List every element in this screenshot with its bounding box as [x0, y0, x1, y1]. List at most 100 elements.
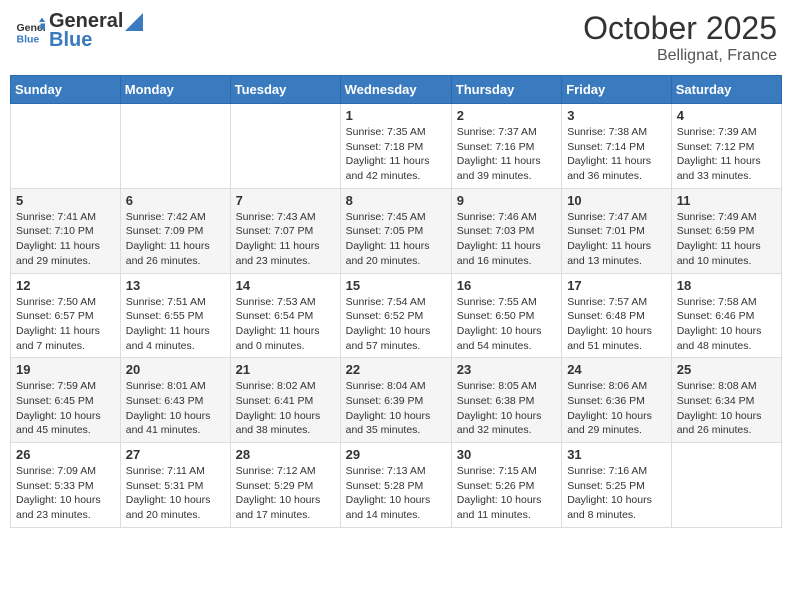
calendar-day-cell: 13Sunrise: 7:51 AMSunset: 6:55 PMDayligh… [120, 273, 230, 358]
calendar-week-row: 12 Sunrise: 7:50 AMSunset: 6:57 PMDayligh… [11, 273, 782, 358]
day-number: 17 [567, 278, 666, 293]
day-info: Sunrise: 7:55 AMSunset: 6:50 PMDaylight:… [457, 295, 556, 354]
calendar-day-cell: 25 Sunrise: 8:08 AMSunset: 6:34 PMDayligh… [671, 358, 781, 443]
day-info: Sunrise: 7:16 AMSunset: 5:25 PMDaylight:… [567, 464, 666, 523]
daylight-hours-label: Daylight: 10 hours and 57 minutes. [346, 325, 431, 352]
daylight-hours-label: Daylight: 11 hours and 20 minutes. [346, 240, 430, 267]
day-info: Sunrise: 7:49 AMSunset: 6:59 PMDaylight:… [677, 210, 776, 269]
logo-icon: General Blue [15, 16, 45, 46]
day-info: Sunrise: 7:53 AMSunset: 6:54 PMDaylight:… [236, 295, 335, 354]
daylight-hours-label: Daylight: 10 hours and 38 minutes. [236, 410, 321, 437]
daylight-hours-label: Daylight: 10 hours and 54 minutes. [457, 325, 542, 352]
calendar-day-cell: 17 Sunrise: 7:57 AMSunset: 6:48 PMDayligh… [562, 273, 672, 358]
calendar-day-cell: 26Sunrise: 7:09 AMSunset: 5:33 PMDayligh… [11, 443, 121, 528]
calendar-day-cell: 27Sunrise: 7:11 AMSunset: 5:31 PMDayligh… [120, 443, 230, 528]
day-number: 20 [126, 362, 225, 377]
calendar-day-cell: 20Sunrise: 8:01 AMSunset: 6:43 PMDayligh… [120, 358, 230, 443]
daylight-hours-label: Daylight: 10 hours and 11 minutes. [457, 494, 542, 521]
daylight-hours-label: Daylight: 10 hours and 32 minutes. [457, 410, 542, 437]
calendar-day-cell: 8Sunrise: 7:45 AMSunset: 7:05 PMDaylight… [340, 188, 451, 273]
day-info: Sunrise: 7:42 AMSunset: 7:09 PMDaylight:… [126, 210, 225, 269]
daylight-hours-label: Daylight: 11 hours and 4 minutes. [126, 325, 210, 352]
calendar-day-cell: 31 Sunrise: 7:16 AMSunset: 5:25 PMDayligh… [562, 443, 672, 528]
day-info: Sunrise: 7:57 AMSunset: 6:48 PMDaylight:… [567, 295, 666, 354]
day-info: Sunrise: 7:37 AMSunset: 7:16 PMDaylight:… [457, 125, 556, 184]
calendar-day-cell: 1 Sunrise: 7:35 AMSunset: 7:18 PMDaylight… [340, 104, 451, 189]
day-number: 10 [567, 193, 666, 208]
daylight-hours-label: Daylight: 10 hours and 48 minutes. [677, 325, 762, 352]
calendar-day-cell: 16 Sunrise: 7:55 AMSunset: 6:50 PMDayligh… [451, 273, 561, 358]
calendar-header-row: SundayMondayTuesdayWednesdayThursdayFrid… [11, 76, 782, 104]
day-number: 5 [16, 193, 115, 208]
day-info: Sunrise: 7:13 AMSunset: 5:28 PMDaylight:… [346, 464, 446, 523]
daylight-hours-label: Daylight: 11 hours and 16 minutes. [457, 240, 541, 267]
calendar-day-cell: 10 Sunrise: 7:47 AMSunset: 7:01 PMDayligh… [562, 188, 672, 273]
day-number: 30 [457, 447, 556, 462]
day-info: Sunrise: 7:46 AMSunset: 7:03 PMDaylight:… [457, 210, 556, 269]
day-info: Sunrise: 7:59 AMSunset: 6:45 PMDaylight:… [16, 379, 115, 438]
calendar-day-cell: 12 Sunrise: 7:50 AMSunset: 6:57 PMDayligh… [11, 273, 121, 358]
day-number: 25 [677, 362, 776, 377]
day-header-saturday: Saturday [671, 76, 781, 104]
daylight-hours-label: Daylight: 11 hours and 36 minutes. [567, 155, 651, 182]
day-number: 22 [346, 362, 446, 377]
day-info: Sunrise: 8:04 AMSunset: 6:39 PMDaylight:… [346, 379, 446, 438]
day-number: 1 [346, 108, 446, 123]
daylight-hours-label: Daylight: 11 hours and 13 minutes. [567, 240, 651, 267]
calendar-day-cell: 24 Sunrise: 8:06 AMSunset: 6:36 PMDayligh… [562, 358, 672, 443]
day-info: Sunrise: 7:35 AMSunset: 7:18 PMDaylight:… [346, 125, 446, 184]
calendar-table: SundayMondayTuesdayWednesdayThursdayFrid… [10, 75, 782, 528]
day-number: 12 [16, 278, 115, 293]
day-number: 16 [457, 278, 556, 293]
logo-triangle-icon [125, 13, 143, 31]
day-number: 24 [567, 362, 666, 377]
calendar-day-cell: 4Sunrise: 7:39 AMSunset: 7:12 PMDaylight… [671, 104, 781, 189]
day-info: Sunrise: 7:51 AMSunset: 6:55 PMDaylight:… [126, 295, 225, 354]
day-number: 7 [236, 193, 335, 208]
day-number: 2 [457, 108, 556, 123]
day-info: Sunrise: 8:08 AMSunset: 6:34 PMDaylight:… [677, 379, 776, 438]
daylight-hours-label: Daylight: 11 hours and 7 minutes. [16, 325, 100, 352]
day-info: Sunrise: 7:43 AMSunset: 7:07 PMDaylight:… [236, 210, 335, 269]
day-header-tuesday: Tuesday [230, 76, 340, 104]
day-number: 31 [567, 447, 666, 462]
daylight-hours-label: Daylight: 10 hours and 26 minutes. [677, 410, 762, 437]
day-info: Sunrise: 8:05 AMSunset: 6:38 PMDaylight:… [457, 379, 556, 438]
calendar-day-cell: 9Sunrise: 7:46 AMSunset: 7:03 PMDaylight… [451, 188, 561, 273]
calendar-day-cell: 21Sunrise: 8:02 AMSunset: 6:41 PMDayligh… [230, 358, 340, 443]
calendar-day-cell: 11Sunrise: 7:49 AMSunset: 6:59 PMDayligh… [671, 188, 781, 273]
day-info: Sunrise: 7:15 AMSunset: 5:26 PMDaylight:… [457, 464, 556, 523]
calendar-day-cell: 14 Sunrise: 7:53 AMSunset: 6:54 PMDayligh… [230, 273, 340, 358]
day-header-monday: Monday [120, 76, 230, 104]
daylight-hours-label: Daylight: 11 hours and 29 minutes. [16, 240, 100, 267]
day-number: 23 [457, 362, 556, 377]
calendar-day-cell: 28Sunrise: 7:12 AMSunset: 5:29 PMDayligh… [230, 443, 340, 528]
daylight-hours-label: Daylight: 10 hours and 51 minutes. [567, 325, 652, 352]
day-header-thursday: Thursday [451, 76, 561, 104]
day-number: 15 [346, 278, 446, 293]
day-info: Sunrise: 8:06 AMSunset: 6:36 PMDaylight:… [567, 379, 666, 438]
location-title: Bellignat, France [583, 47, 777, 65]
day-number: 19 [16, 362, 115, 377]
day-info: Sunrise: 7:50 AMSunset: 6:57 PMDaylight:… [16, 295, 115, 354]
daylight-hours-label: Daylight: 10 hours and 23 minutes. [16, 494, 101, 521]
svg-text:Blue: Blue [17, 33, 40, 45]
daylight-hours-label: Daylight: 11 hours and 42 minutes. [346, 155, 430, 182]
day-number: 4 [677, 108, 776, 123]
calendar-day-cell: 3Sunrise: 7:38 AMSunset: 7:14 PMDaylight… [562, 104, 672, 189]
day-number: 14 [236, 278, 335, 293]
calendar-empty-cell [671, 443, 781, 528]
day-info: Sunrise: 7:41 AMSunset: 7:10 PMDaylight:… [16, 210, 115, 269]
calendar-week-row: 26Sunrise: 7:09 AMSunset: 5:33 PMDayligh… [11, 443, 782, 528]
daylight-hours-label: Daylight: 10 hours and 45 minutes. [16, 410, 101, 437]
daylight-hours-label: Daylight: 11 hours and 10 minutes. [677, 240, 761, 267]
day-header-friday: Friday [562, 76, 672, 104]
day-number: 26 [16, 447, 115, 462]
day-info: Sunrise: 7:47 AMSunset: 7:01 PMDaylight:… [567, 210, 666, 269]
calendar-empty-cell [11, 104, 121, 189]
day-number: 21 [236, 362, 335, 377]
calendar-week-row: 1 Sunrise: 7:35 AMSunset: 7:18 PMDaylight… [11, 104, 782, 189]
day-number: 28 [236, 447, 335, 462]
day-info: Sunrise: 7:58 AMSunset: 6:46 PMDaylight:… [677, 295, 776, 354]
calendar-week-row: 19 Sunrise: 7:59 AMSunset: 6:45 PMDayligh… [11, 358, 782, 443]
